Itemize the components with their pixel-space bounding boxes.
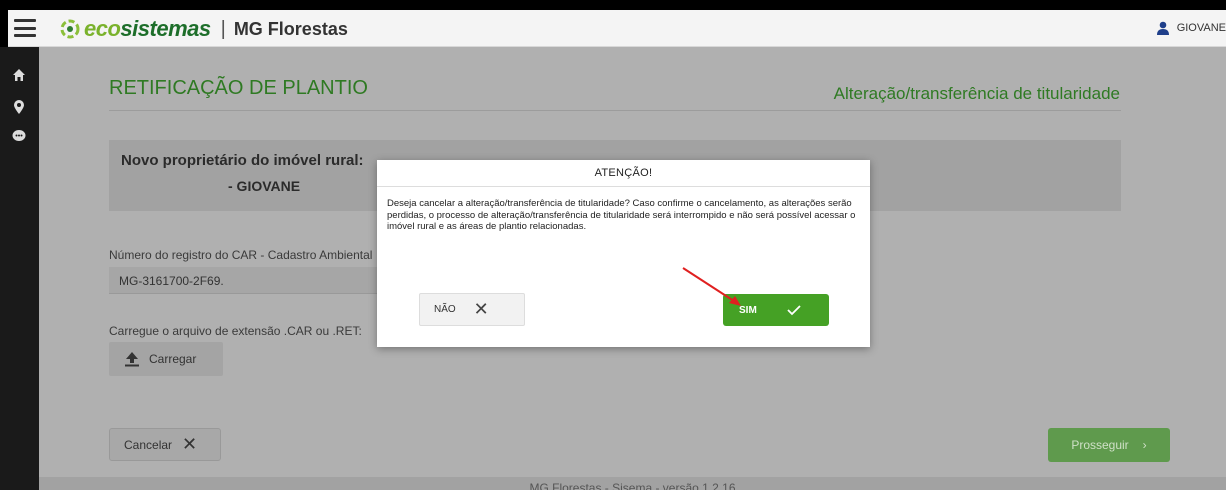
brand-sistemas: sistemas	[120, 16, 211, 41]
owner-name: - GIOVANE	[228, 178, 301, 194]
close-icon: ✕	[182, 434, 198, 454]
top-bar: eco sistemas | MG Florestas GIOVANE	[8, 10, 1226, 47]
chat-bubble-icon[interactable]	[11, 128, 27, 144]
ecosistemas-logo-icon	[60, 19, 80, 39]
close-icon: ✕	[473, 299, 489, 319]
page-subtitle: Alteração/transferência de titularidade	[833, 84, 1120, 103]
cancel-button[interactable]: Cancelar ✕	[109, 428, 221, 461]
upload-icon	[125, 352, 139, 367]
page-title: RETIFICAÇÃO DE PLANTIO	[109, 77, 368, 99]
yes-button[interactable]: SIM	[723, 294, 829, 326]
car-number-label: Número do registro do CAR - Cadastro Amb…	[109, 248, 373, 262]
yes-button-label: SIM	[739, 304, 757, 316]
footer: MG Florestas - Sisema - versão 1.2.16	[39, 477, 1226, 490]
check-icon	[787, 305, 801, 316]
sidebar	[0, 47, 39, 490]
proceed-button-label: Prosseguir	[1071, 438, 1129, 452]
title-divider	[109, 110, 1121, 111]
user-icon	[1156, 21, 1169, 35]
brand-separator: |	[220, 17, 226, 40]
no-button[interactable]: NÃO ✕	[419, 293, 525, 326]
confirm-dialog: ATENÇÃO! Deseja cancelar a alteração/tra…	[377, 160, 870, 347]
file-upload-label: Carregue o arquivo de extensão .CAR ou .…	[109, 324, 362, 338]
cancel-button-label: Cancelar	[124, 437, 173, 452]
home-icon[interactable]	[11, 67, 27, 83]
proceed-button[interactable]: Prosseguir ›	[1048, 428, 1170, 462]
logo: eco sistemas | MG Florestas	[60, 16, 348, 41]
chevron-right-icon: ›	[1142, 438, 1147, 452]
menu-icon[interactable]	[14, 19, 36, 37]
dialog-title: ATENÇÃO!	[377, 160, 870, 187]
user-name: GIOVANE	[1176, 22, 1226, 34]
car-number-field[interactable]: MG-3161700-2F69.	[109, 267, 379, 294]
upload-button[interactable]: Carregar	[109, 342, 223, 376]
brand-eco: eco	[84, 16, 121, 41]
no-button-label: NÃO	[434, 304, 456, 315]
app-name: MG Florestas	[233, 18, 348, 39]
upload-button-label: Carregar	[149, 352, 197, 366]
user-menu[interactable]: GIOVANE	[1156, 21, 1226, 35]
owner-label: Novo proprietário do imóvel rural:	[121, 152, 364, 169]
dialog-message: Deseja cancelar a alteração/transferênci…	[387, 198, 856, 233]
location-pin-icon[interactable]	[11, 99, 27, 115]
